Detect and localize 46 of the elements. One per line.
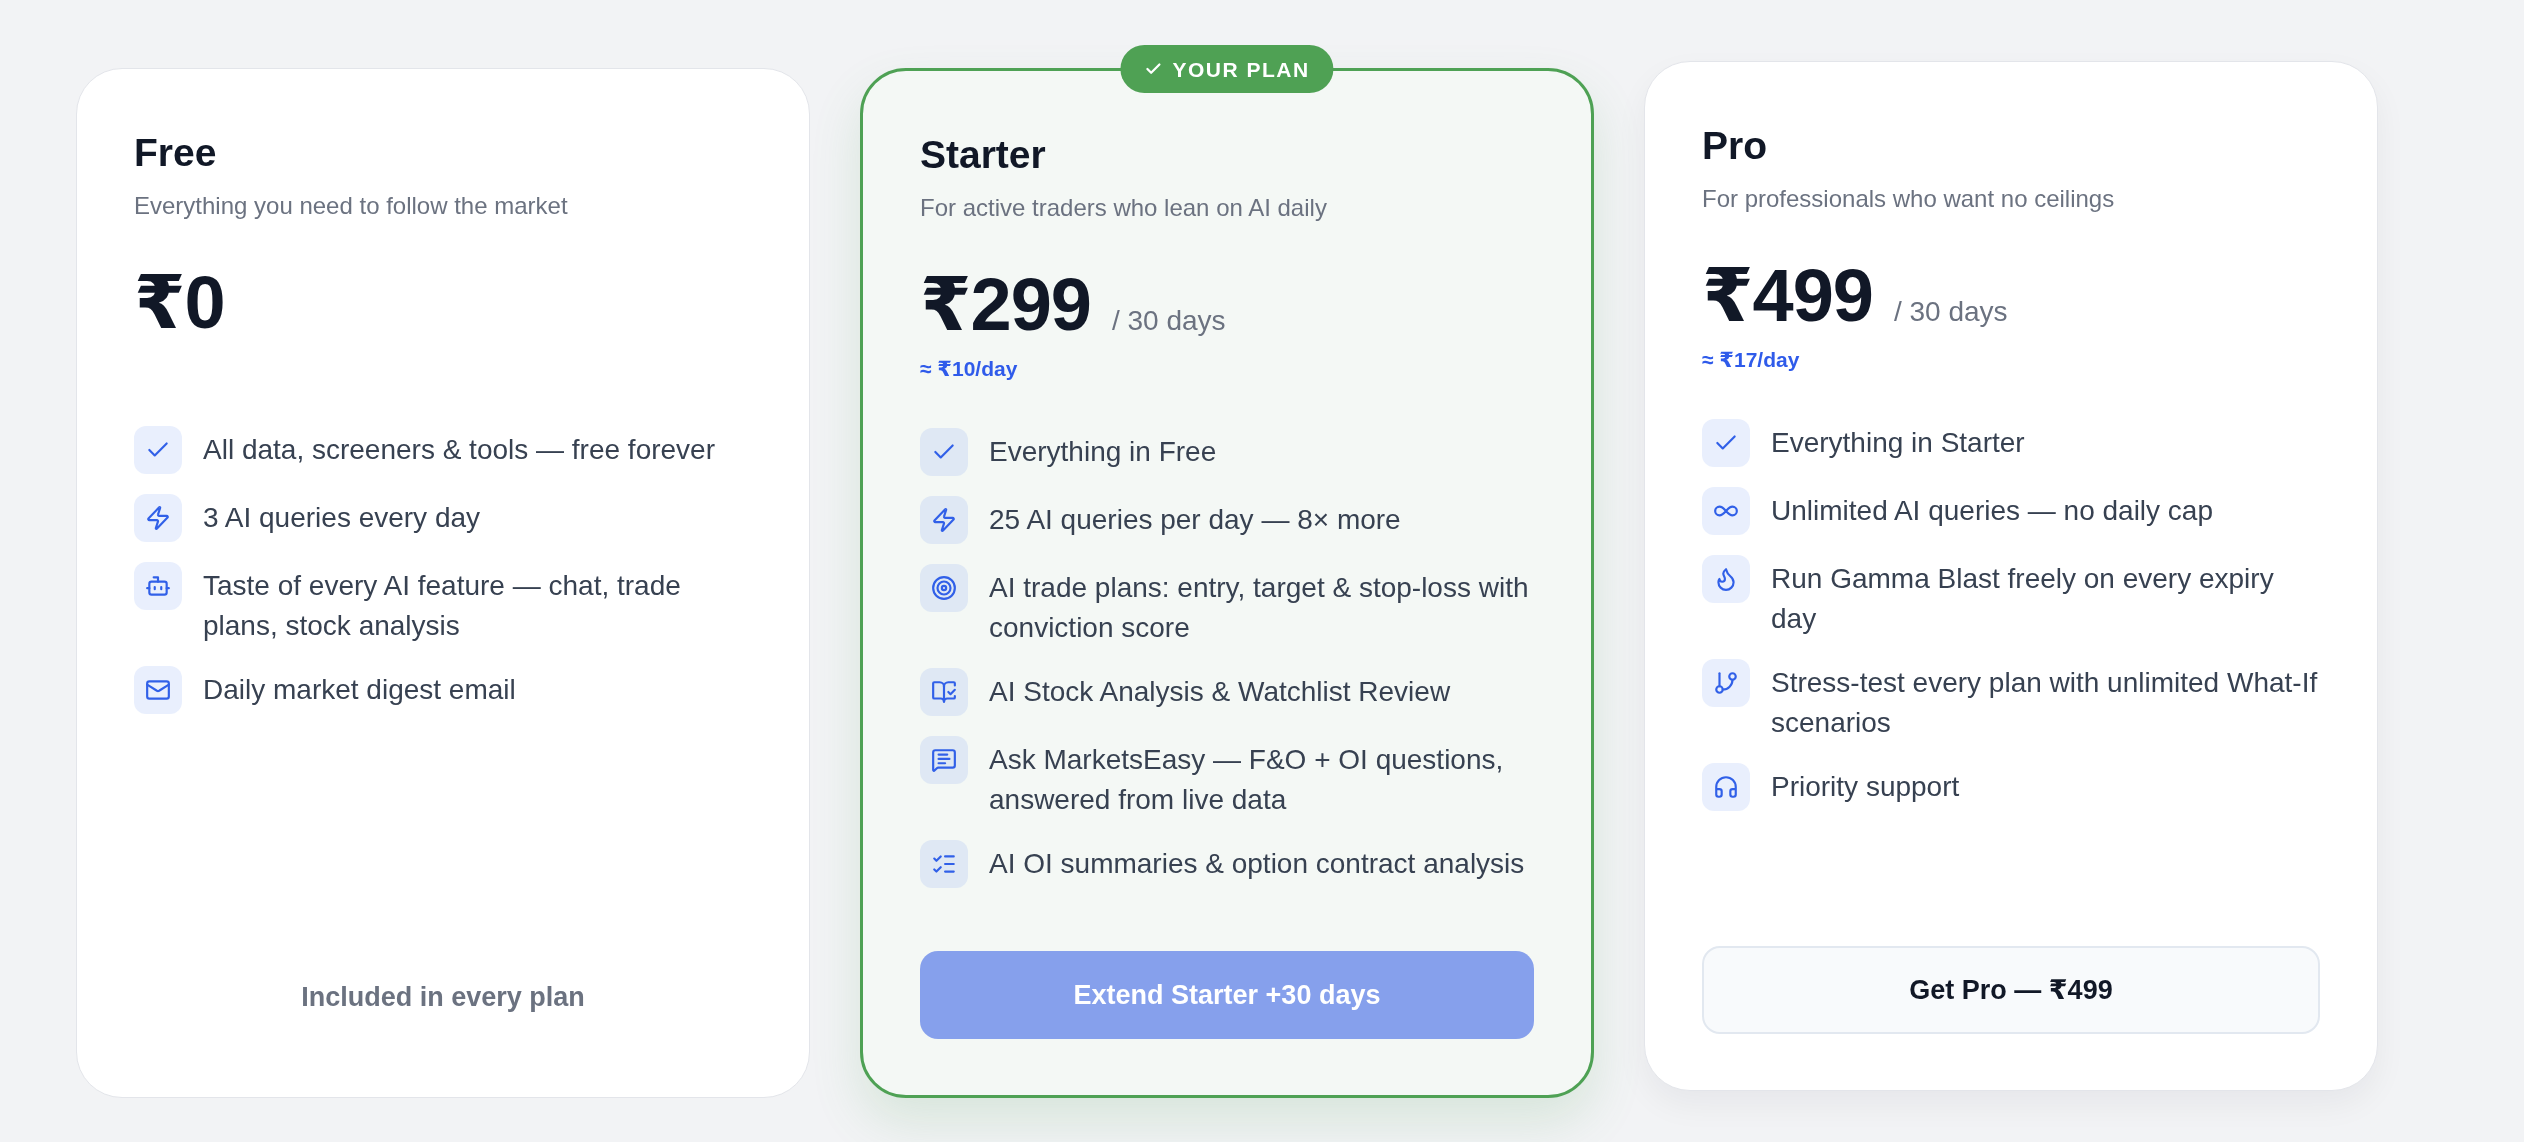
book-check-icon [920, 667, 968, 716]
feature-text: AI Stock Analysis & Watchlist Review [989, 674, 1451, 709]
plan-title: Starter [920, 132, 1046, 178]
feature-text: 3 AI queries every day [203, 500, 481, 535]
plan-title: Free [134, 130, 217, 176]
plan-title: Pro [1702, 123, 1767, 169]
per-day-price: ≈ ₹17/day [1702, 346, 1800, 373]
per-day-price: ≈ ₹10/day [920, 355, 1018, 382]
plan-tagline: For active traders who lean on AI daily [920, 192, 1327, 223]
badge-label: YOUR PLAN [1172, 58, 1310, 80]
checklist-icon [920, 839, 968, 888]
feature-text: Taste of every AI feature — chat, trade plans, stock analysis [203, 568, 682, 643]
infinity-icon [1702, 486, 1750, 535]
message-icon [920, 735, 968, 784]
lightning-icon [134, 493, 182, 542]
feature-text: Ask MarketsEasy — F&O + OI questions, answered from live data [989, 742, 1505, 817]
plan-price: ₹299 [920, 267, 1091, 342]
check-icon [1702, 418, 1750, 467]
price-period: / 30 days [1111, 303, 1226, 338]
check-icon [134, 425, 182, 474]
envelope-icon [134, 665, 182, 714]
feature-text: Everything in Free [989, 434, 1217, 469]
feature-text: Priority support [1771, 769, 1960, 804]
check-icon [920, 427, 968, 476]
plan-tagline: Everything you need to follow the market [134, 190, 568, 221]
target-icon [920, 563, 968, 612]
feature-text: Daily market digest email [203, 672, 516, 707]
feature-text: Run Gamma Blast freely on every expiry day [1771, 561, 2275, 636]
feature-text: Stress-test every plan with unlimited What-If scenarios [1771, 665, 2319, 740]
included-note: Included in every plan [301, 980, 585, 1014]
feature-text: AI OI summaries & option contract analysis [989, 846, 1525, 881]
robot-icon [134, 561, 182, 610]
flame-icon [1702, 554, 1750, 603]
plan-tagline: For professionals who want no ceilings [1702, 183, 2115, 214]
lightning-icon [920, 495, 968, 544]
price-period: / 30 days [1893, 294, 2008, 329]
plan-price: ₹499 [1702, 258, 1873, 333]
feature-text: AI trade plans: entry, target & stop-loss with conviction score [989, 570, 1530, 645]
upgrade-button[interactable]: Get Pro — ₹499 [1702, 946, 2320, 1034]
branch-icon [1702, 658, 1750, 707]
feature-text: Everything in Starter [1771, 425, 2025, 460]
headphones-icon [1702, 762, 1750, 811]
feature-text: All data, screeners & tools — free forever [203, 432, 715, 467]
feature-text: Unlimited AI queries — no daily cap [1771, 493, 2213, 528]
feature-text: 25 AI queries per day — 8× more [989, 502, 1401, 537]
plan-price: ₹0 [134, 265, 225, 340]
